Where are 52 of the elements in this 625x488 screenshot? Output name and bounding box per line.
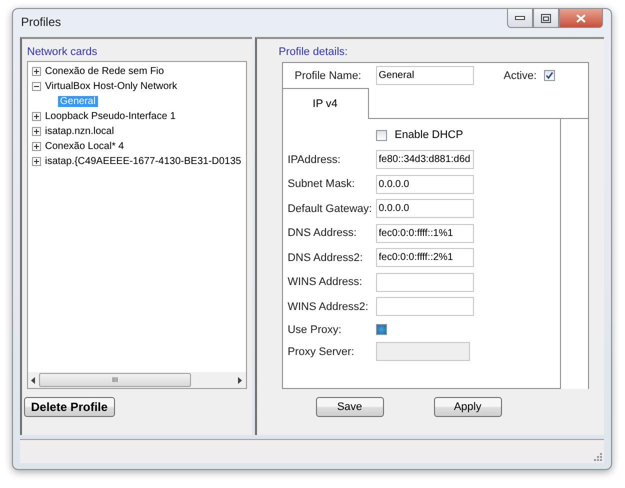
maximize-icon	[541, 14, 551, 22]
plus-icon[interactable]	[32, 127, 41, 136]
tree-item[interactable]: Conexão Local* 4	[43, 141, 126, 152]
field-label: Proxy Server:	[288, 346, 356, 358]
plus-icon[interactable]	[32, 67, 41, 76]
network-cards-heading: Network cards	[26, 45, 98, 60]
minimize-button[interactable]	[507, 9, 533, 28]
enable-dhcp-checkbox[interactable]	[376, 130, 387, 141]
input-field[interactable]: 0.0.0.0	[376, 174, 474, 194]
profile-name-field[interactable]: General	[376, 66, 474, 86]
close-button[interactable]	[559, 9, 603, 28]
field-label: WINS Address:	[288, 276, 364, 288]
plus-icon[interactable]	[32, 142, 41, 152]
input-field[interactable]	[376, 297, 474, 316]
active-checkbox[interactable]	[544, 70, 555, 82]
resize-grip-icon[interactable]	[593, 452, 602, 461]
delete-profile-button[interactable]: Delete Profile	[24, 397, 115, 418]
window-title: Profiles	[21, 15, 62, 30]
input-field[interactable]: fe80::34d3:d881:d6d	[376, 150, 474, 170]
tree-item[interactable]: isatap.{C49AEEEE-1677-4130-BE31-D0135	[43, 156, 244, 168]
tree-item[interactable]: Conexão de Rede sem Fio	[43, 66, 166, 78]
minimize-icon	[515, 16, 525, 20]
field-label: DNS Address:	[288, 227, 358, 240]
save-button[interactable]: Save	[316, 397, 384, 418]
plus-icon[interactable]	[32, 112, 41, 122]
close-icon	[576, 14, 586, 22]
input-field[interactable]	[376, 272, 474, 292]
field-label: WINS Address2:	[288, 300, 370, 313]
plus-icon[interactable]	[32, 157, 41, 166]
tree-item[interactable]: VirtualBox Host-Only Network	[43, 81, 180, 92]
field-label: Subnet Mask:	[288, 178, 356, 190]
profile-name-label: Profile Name:	[294, 70, 362, 82]
input-field[interactable]: fec0:0:0:ffff::1%1	[376, 224, 474, 243]
enable-dhcp-label: Enable DHCP	[394, 129, 464, 142]
tab[interactable]: IP v4	[282, 88, 369, 120]
scroll-right-icon[interactable]	[238, 376, 243, 384]
field-label: IPAddress:	[288, 154, 342, 166]
input-field[interactable]: fec0:0:0:ffff::2%1	[376, 248, 474, 268]
apply-button[interactable]: Apply	[434, 397, 502, 418]
profile-details-heading: Profile details:	[278, 45, 349, 60]
minus-icon[interactable]	[32, 82, 41, 92]
field-label: Default Gateway:	[288, 202, 373, 215]
field-label: Use Proxy:	[288, 324, 342, 336]
use-proxy-checkbox[interactable]	[376, 324, 387, 336]
input-field[interactable]: 0.0.0.0	[376, 199, 474, 218]
tree-item[interactable]: isatap.nzn.local	[43, 126, 116, 138]
check-icon	[544, 71, 554, 80]
scroll-left-icon[interactable]	[31, 376, 36, 384]
tree-item[interactable]: Loopback Pseudo-Interface 1	[43, 111, 178, 122]
active-label: Active:	[504, 70, 538, 82]
field-label: DNS Address2:	[288, 252, 364, 264]
maximize-button[interactable]	[533, 9, 559, 28]
